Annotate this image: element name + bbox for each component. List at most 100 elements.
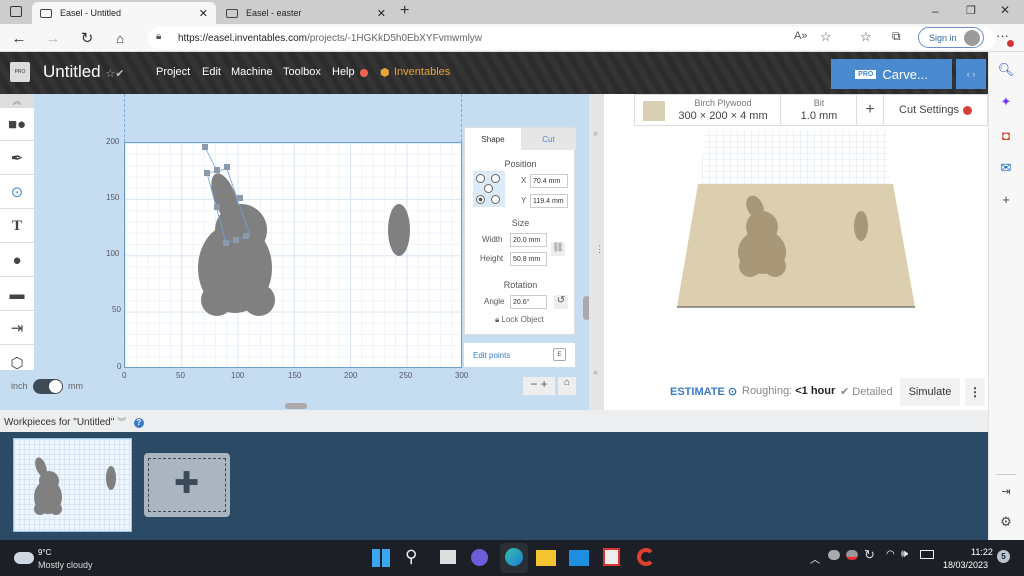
expand-right-icon[interactable]: » bbox=[593, 128, 598, 138]
3d-preview[interactable] bbox=[605, 94, 988, 376]
outlook-icon[interactable]: ✉ bbox=[988, 157, 1024, 179]
collapse-left-icon[interactable]: « bbox=[593, 367, 598, 377]
settings-gear-icon[interactable]: ⚙ bbox=[988, 511, 1024, 533]
star-icon[interactable]: ☆ bbox=[105, 68, 115, 80]
task-view-icon[interactable] bbox=[440, 550, 456, 564]
angle-input[interactable]: 20.6° bbox=[510, 295, 547, 309]
link-proportions-icon[interactable]: ⛓ bbox=[551, 242, 565, 256]
menu-help[interactable]: Help bbox=[332, 66, 355, 78]
menu-project[interactable]: Project bbox=[156, 66, 190, 78]
inventables-link[interactable]: Inventables bbox=[394, 66, 450, 78]
anchor-bottom-right[interactable] bbox=[491, 195, 500, 204]
onedrive-error-icon[interactable] bbox=[846, 550, 858, 560]
egg-shape[interactable] bbox=[388, 204, 410, 256]
x-position-input[interactable]: 70.4 mm bbox=[530, 174, 568, 188]
anchor-top-right[interactable] bbox=[491, 174, 500, 183]
wifi-icon[interactable]: ◠ bbox=[886, 549, 895, 560]
edit-points-button[interactable]: Edit points E bbox=[464, 343, 575, 367]
carve-button[interactable]: PRO Carve... bbox=[831, 59, 952, 89]
refresh-icon[interactable]: ↻ bbox=[77, 28, 97, 48]
zoom-out-button[interactable]: − bbox=[530, 377, 537, 391]
file-explorer-icon[interactable] bbox=[536, 550, 556, 566]
simulate-button[interactable]: Simulate bbox=[900, 378, 960, 406]
lock-object-button[interactable]: 🔒︎ Lock Object bbox=[495, 315, 544, 325]
lego-brick-icon[interactable]: ▬ bbox=[0, 278, 34, 311]
target-point-icon[interactable]: ⊙ bbox=[0, 176, 34, 209]
battery-icon[interactable] bbox=[920, 550, 934, 559]
chevron-down-icon[interactable]: ︾ bbox=[117, 417, 126, 427]
text-tool-icon[interactable]: T bbox=[0, 210, 34, 243]
home-view-button[interactable]: ⌂ bbox=[558, 377, 576, 395]
onedrive-sync-icon[interactable] bbox=[828, 550, 840, 560]
clock-time[interactable]: 11:22 bbox=[971, 547, 993, 557]
tab-easel-untitled[interactable]: Easel - Untitled ✕ bbox=[32, 2, 216, 24]
menu-toolbox[interactable]: Toolbox bbox=[283, 66, 321, 78]
tab-easel-easter[interactable]: Easel - easter ✕ bbox=[218, 2, 394, 24]
restore-button[interactable]: ❐ bbox=[966, 4, 976, 17]
shapes-tool-icon[interactable]: ■● bbox=[0, 108, 34, 141]
add-bit-button[interactable]: + bbox=[857, 95, 884, 125]
favorites-icon[interactable]: ☆ bbox=[860, 29, 872, 45]
copilot-icon[interactable]: ✦ bbox=[988, 91, 1024, 113]
hide-sidebar-icon[interactable]: ⇥ bbox=[988, 480, 1024, 502]
sign-in-button[interactable]: Sign in bbox=[918, 27, 984, 48]
horizontal-resize-handle[interactable] bbox=[285, 403, 307, 409]
close-tab-icon[interactable]: ✕ bbox=[377, 7, 386, 20]
home-icon[interactable]: ⌂ bbox=[110, 28, 130, 48]
add-workpiece-button[interactable]: ✚ bbox=[144, 453, 230, 517]
workpiece-thumbnail[interactable] bbox=[13, 438, 132, 532]
ccleaner-icon[interactable] bbox=[637, 548, 655, 566]
y-position-input[interactable]: 119.4 mm bbox=[530, 194, 568, 208]
close-window-button[interactable]: ✕ bbox=[1000, 3, 1010, 17]
height-input[interactable]: 50.8 mm bbox=[510, 252, 547, 266]
reset-rotation-icon[interactable]: ↺ bbox=[554, 295, 568, 309]
tab-shape[interactable]: Shape bbox=[465, 128, 521, 150]
new-tab-button[interactable]: + bbox=[400, 2, 409, 20]
width-input[interactable]: 20.0 mm bbox=[510, 233, 547, 247]
collections-icon[interactable]: ⧉ bbox=[892, 29, 901, 44]
help-icon[interactable]: ? bbox=[133, 418, 144, 428]
close-tab-icon[interactable]: ✕ bbox=[199, 7, 208, 20]
start-icon[interactable] bbox=[372, 549, 390, 567]
menu-machine[interactable]: Machine bbox=[231, 66, 273, 78]
add-favorite-icon[interactable]: ☆ bbox=[820, 29, 832, 45]
office-icon[interactable]: ◘ bbox=[988, 124, 1024, 146]
menu-edit[interactable]: Edit bbox=[202, 66, 221, 78]
show-hidden-icons[interactable]: ︿ bbox=[810, 551, 820, 566]
add-sidebar-icon[interactable]: + bbox=[988, 188, 1024, 210]
notification-badge[interactable]: 5 bbox=[997, 550, 1010, 563]
anchor-top-left[interactable] bbox=[476, 174, 485, 183]
panel-divider[interactable]: » ⋮ « bbox=[589, 94, 604, 410]
project-title[interactable]: Untitled ☆✔ bbox=[43, 62, 124, 82]
expand-view-button[interactable]: ‹ › bbox=[956, 59, 986, 89]
teams-chat-icon[interactable] bbox=[471, 549, 488, 566]
read-aloud-icon[interactable]: A» bbox=[794, 30, 807, 42]
pen-tool-icon[interactable]: ✒ bbox=[0, 142, 34, 175]
import-icon[interactable]: ⇥ bbox=[0, 312, 34, 345]
material-selector[interactable]: Birch Plywood 300 × 200 × 4 mm bbox=[635, 95, 781, 125]
bit-selector[interactable]: Bit 1.0 mm bbox=[781, 95, 857, 125]
snipping-tool-icon[interactable] bbox=[603, 548, 620, 566]
volume-icon[interactable]: 🕪︎ bbox=[901, 548, 908, 561]
weather-desc[interactable]: Mostly cloudy bbox=[38, 560, 93, 570]
workpiece-grid[interactable] bbox=[124, 142, 462, 368]
mail-icon[interactable] bbox=[569, 550, 589, 566]
anchor-center[interactable] bbox=[484, 184, 493, 193]
search-icon[interactable]: 🔍︎ bbox=[988, 59, 1024, 81]
taskbar-search-icon[interactable]: ⚲ bbox=[405, 547, 417, 567]
unit-toggle[interactable] bbox=[33, 379, 63, 394]
weather-temp[interactable]: 9°C bbox=[38, 548, 51, 557]
zoom-in-button[interactable]: + bbox=[541, 377, 548, 391]
anchor-bottom-left-selected[interactable] bbox=[476, 195, 485, 204]
more-options-button[interactable]: ⋮ bbox=[965, 378, 985, 406]
minimize-button[interactable]: – bbox=[932, 4, 939, 18]
tab-actions-icon[interactable] bbox=[10, 6, 22, 17]
estimate-button[interactable]: ESTIMATE ⊙ bbox=[670, 385, 737, 398]
easel-pro-logo[interactable]: PRO bbox=[10, 62, 30, 82]
clock-date[interactable]: 18/03/2023 bbox=[943, 560, 988, 570]
back-icon[interactable]: ← bbox=[9, 28, 29, 48]
forward-icon[interactable]: → bbox=[43, 28, 63, 48]
3d-cube-icon[interactable]: ⬡ bbox=[0, 346, 34, 379]
edge-app-button[interactable] bbox=[500, 543, 528, 573]
cut-settings-button[interactable]: Cut Settings bbox=[884, 95, 987, 125]
